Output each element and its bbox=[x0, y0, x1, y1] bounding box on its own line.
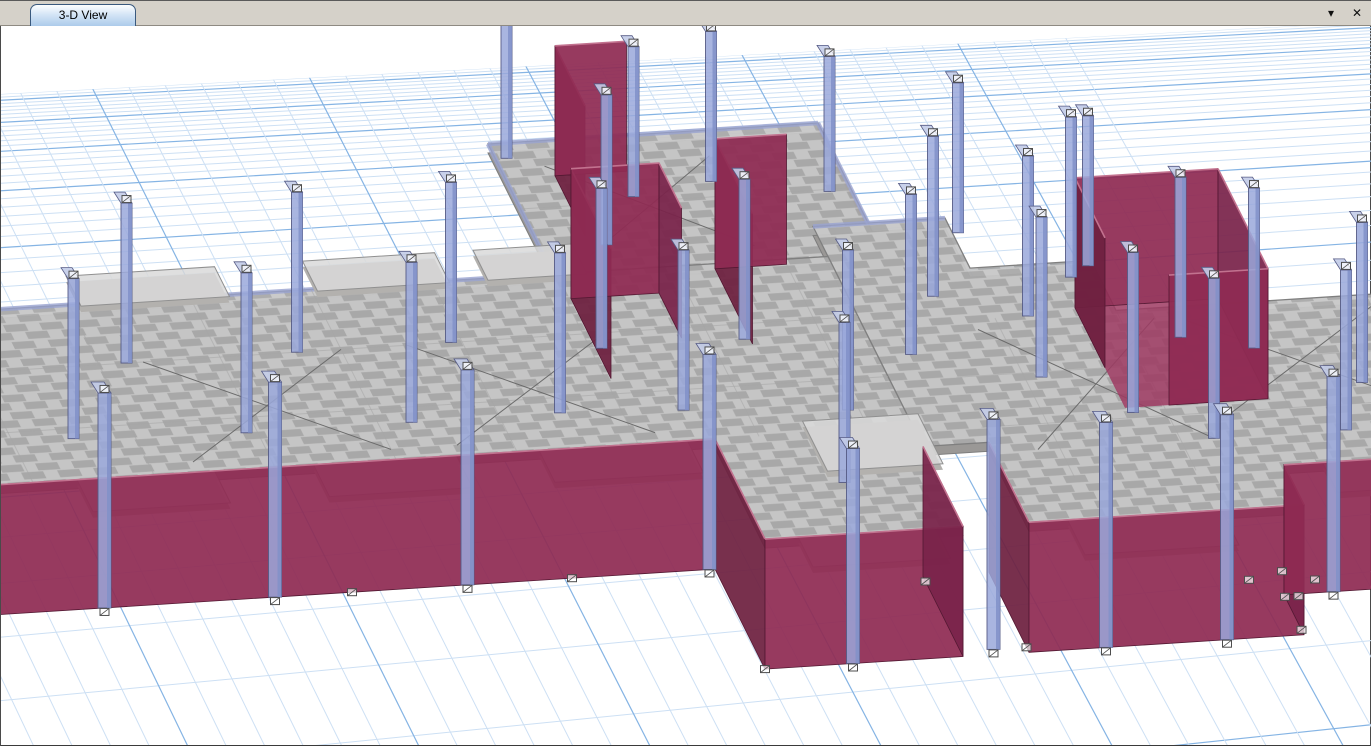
support-glyph bbox=[844, 243, 853, 250]
3d-view-window: 3-D View ▾ ✕ bbox=[0, 0, 1371, 746]
support-glyph bbox=[929, 129, 938, 136]
support-glyph bbox=[1129, 245, 1138, 252]
window-controls: ▾ ✕ bbox=[1323, 1, 1365, 26]
support-glyph bbox=[597, 181, 606, 188]
support-glyph bbox=[100, 608, 109, 615]
support-glyph bbox=[1102, 415, 1111, 422]
support-glyph bbox=[1278, 568, 1287, 575]
support-glyph bbox=[242, 265, 251, 272]
support-glyph bbox=[69, 271, 78, 278]
support-glyph bbox=[825, 49, 834, 56]
wall-panel[interactable] bbox=[715, 134, 787, 268]
support-glyph bbox=[463, 585, 472, 592]
support-glyph bbox=[122, 196, 131, 203]
support-glyph bbox=[740, 172, 749, 179]
ledge-slab[interactable] bbox=[473, 244, 587, 286]
support-glyph bbox=[840, 315, 849, 322]
support-glyph bbox=[954, 75, 963, 82]
support-glyph bbox=[629, 39, 638, 46]
support-glyph bbox=[1067, 110, 1076, 117]
support-glyph bbox=[907, 187, 916, 194]
support-glyph bbox=[271, 598, 280, 605]
wall-panel[interactable] bbox=[1029, 505, 1304, 653]
wall-panel[interactable] bbox=[571, 163, 659, 299]
support-glyph bbox=[100, 385, 109, 392]
support-glyph bbox=[1342, 262, 1351, 269]
support-glyph bbox=[1084, 108, 1093, 115]
support-glyph bbox=[602, 87, 611, 94]
support-glyph bbox=[568, 575, 577, 582]
wall-panel[interactable] bbox=[555, 41, 627, 176]
support-glyph bbox=[1037, 210, 1046, 217]
support-glyph bbox=[761, 666, 770, 673]
tab-3d-view[interactable]: 3-D View bbox=[30, 4, 136, 27]
column[interactable] bbox=[946, 72, 964, 233]
support-glyph bbox=[1022, 644, 1031, 651]
support-glyph bbox=[1358, 215, 1367, 222]
support-glyph bbox=[849, 664, 858, 671]
support-glyph bbox=[1311, 576, 1320, 583]
support-glyph bbox=[556, 245, 565, 252]
support-glyph bbox=[447, 175, 456, 182]
support-glyph bbox=[1210, 271, 1219, 278]
support-glyph bbox=[1223, 640, 1232, 647]
ledge-slab[interactable] bbox=[803, 414, 944, 477]
3d-scene[interactable] bbox=[1, 26, 1371, 745]
support-glyph bbox=[921, 578, 930, 585]
support-glyph bbox=[707, 26, 716, 31]
support-glyph bbox=[271, 375, 280, 382]
support-glyph bbox=[1102, 648, 1111, 655]
window-titlebar: 3-D View ▾ ✕ bbox=[0, 1, 1371, 26]
column[interactable] bbox=[494, 26, 512, 158]
support-glyph bbox=[1329, 369, 1338, 376]
support-glyph bbox=[463, 362, 472, 369]
support-glyph bbox=[1281, 593, 1290, 600]
support-glyph bbox=[1245, 576, 1254, 583]
support-glyph bbox=[1176, 170, 1185, 177]
support-glyph bbox=[1329, 592, 1338, 599]
support-glyph bbox=[705, 347, 714, 354]
support-glyph bbox=[849, 441, 858, 448]
support-glyph bbox=[1294, 593, 1303, 600]
support-glyph bbox=[989, 412, 998, 419]
support-glyph bbox=[348, 589, 357, 596]
support-glyph bbox=[705, 570, 714, 577]
close-icon[interactable]: ✕ bbox=[1349, 1, 1365, 26]
support-glyph bbox=[1250, 181, 1259, 188]
chevron-down-icon[interactable]: ▾ bbox=[1323, 1, 1339, 26]
support-glyph bbox=[1223, 407, 1232, 414]
support-glyph bbox=[1297, 626, 1306, 633]
support-glyph bbox=[407, 255, 416, 262]
support-glyph bbox=[989, 650, 998, 657]
support-glyph bbox=[293, 185, 302, 192]
3d-model-viewport[interactable] bbox=[0, 26, 1371, 746]
support-glyph bbox=[679, 243, 688, 250]
support-glyph bbox=[1024, 149, 1033, 156]
